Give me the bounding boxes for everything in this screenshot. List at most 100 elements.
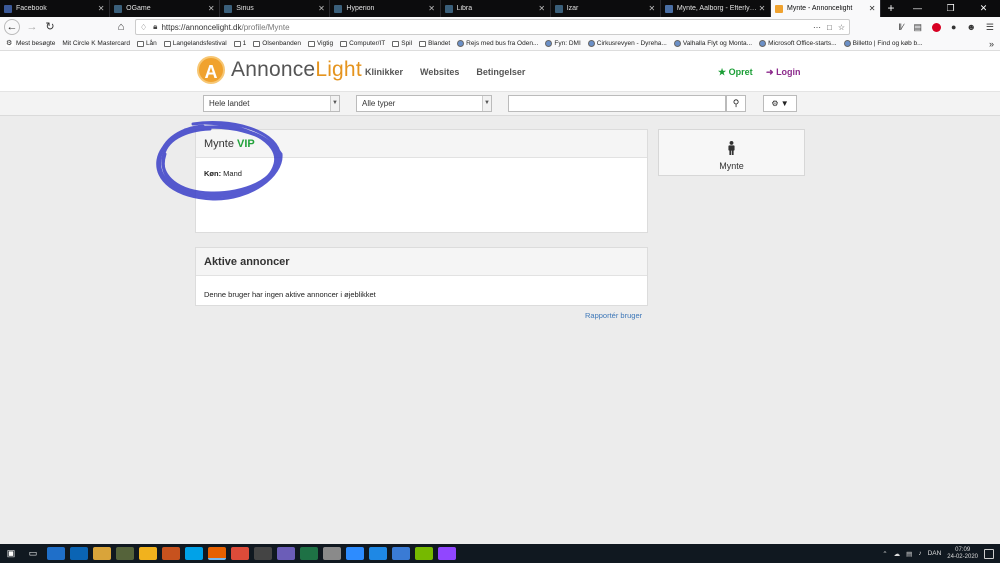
minecraft-icon[interactable]	[115, 547, 134, 560]
nav-betingelser[interactable]: Betingelser	[476, 67, 525, 77]
menu-icon[interactable]: ☰	[986, 22, 994, 33]
bookmark-item[interactable]: Rejs med bus fra Oden...	[457, 40, 538, 47]
volume-icon[interactable]: ♪	[918, 550, 921, 557]
forward-button[interactable]: →	[23, 18, 41, 36]
browser-tab[interactable]: Facebook ✕	[0, 0, 111, 17]
page-actions-icon[interactable]: ⋯	[813, 23, 821, 32]
calculator-icon[interactable]	[253, 547, 272, 560]
bookmark-item[interactable]: Lån	[136, 40, 157, 47]
teamviewer-icon[interactable]	[345, 547, 364, 560]
twitch-icon[interactable]	[437, 547, 456, 560]
maximize-button[interactable]: ❐	[934, 0, 967, 17]
bookmark-item[interactable]: Computer/IT	[340, 40, 385, 47]
close-tab-icon[interactable]: ✕	[317, 4, 325, 13]
browser-tab[interactable]: Mynte - Annoncelight ✕	[770, 0, 882, 17]
close-tab-icon[interactable]: ✕	[758, 4, 766, 13]
search-input[interactable]	[508, 95, 726, 112]
powerpoint-icon[interactable]	[161, 547, 180, 560]
windows-start-icon[interactable]: ▣	[0, 548, 22, 559]
firefox-account-icon[interactable]	[932, 22, 941, 32]
sticky-notes-icon[interactable]	[138, 547, 157, 560]
profile-icon[interactable]: ☻	[966, 22, 975, 32]
language-indicator[interactable]: DAN	[928, 550, 942, 557]
lock-icon[interactable]: 🔒︎	[153, 22, 157, 32]
notification-icon[interactable]	[984, 548, 994, 559]
browser-nav-bar: ← → ↻ ⌂ ♢ 🔒︎ https://annoncelight.dk/pro…	[0, 17, 1000, 37]
nav-klinikker[interactable]: Klinikker	[365, 67, 403, 77]
new-tab-button[interactable]: +	[881, 0, 901, 17]
gender-value: Mand	[223, 169, 242, 178]
bookmark-item[interactable]: Microsoft Office-starts...	[759, 40, 837, 47]
bookmark-item[interactable]: Langelandsfestival	[163, 40, 227, 47]
firefox-taskbar-icon[interactable]	[207, 547, 226, 560]
onenote-icon[interactable]	[276, 547, 295, 560]
search-button[interactable]: ⚲	[726, 95, 746, 112]
file-explorer-icon[interactable]	[92, 547, 111, 560]
bookmark-item[interactable]: Billetto | Find og køb b...	[843, 40, 923, 47]
close-tab-icon[interactable]: ✕	[97, 4, 105, 13]
back-button[interactable]: ←	[4, 19, 20, 35]
minimize-button[interactable]: —	[901, 0, 934, 17]
tracking-shield-icon[interactable]: ♢	[140, 23, 147, 32]
browser-tab[interactable]: OGame ✕	[110, 0, 221, 17]
excel-icon[interactable]	[299, 547, 318, 560]
bookmark-item[interactable]: Olsenbanden	[253, 40, 301, 47]
cloud-icon[interactable]: ☁	[894, 550, 901, 558]
search-icon: ⚲	[732, 98, 740, 108]
region-select[interactable]: Hele landet ▼	[203, 95, 340, 112]
bookmark-item[interactable]: ⚙ Mest besøgte	[6, 40, 55, 47]
bookmark-item[interactable]: Blandet	[419, 40, 450, 47]
library-icon[interactable]: ‖∕	[898, 22, 903, 32]
onedrive-icon[interactable]	[391, 547, 410, 560]
login-link[interactable]: ➜ Login	[766, 67, 801, 78]
close-window-button[interactable]: ✕	[967, 0, 1000, 17]
browser-tab[interactable]: Sirius ✕	[220, 0, 331, 17]
type-select[interactable]: Alle typer ▼	[356, 95, 492, 112]
home-button[interactable]: ⌂	[112, 18, 130, 36]
clock[interactable]: 07:09 24-02-2020	[947, 547, 978, 561]
bookmark-item[interactable]: Cirkusrevyen - Dyreha...	[587, 40, 667, 47]
browser-tab[interactable]: Izar ✕	[551, 0, 661, 17]
close-tab-icon[interactable]: ✕	[207, 4, 215, 13]
browser-tab[interactable]: Libra ✕	[441, 0, 551, 17]
bookmark-item[interactable]: 1	[233, 40, 246, 47]
side-card-name: Mynte	[719, 161, 744, 171]
pocket-icon[interactable]: □	[827, 23, 832, 32]
app-icon[interactable]	[322, 547, 341, 560]
extension-icon[interactable]: ●	[951, 22, 956, 32]
network-icon[interactable]: ▤	[906, 550, 912, 558]
browser-tab[interactable]: Mynte, Aalborg - Efterlysning ✕	[661, 0, 771, 17]
report-user-link[interactable]: Rapportér bruger	[585, 311, 642, 320]
opret-label: Opret	[728, 67, 753, 77]
close-tab-icon[interactable]: ✕	[648, 4, 656, 13]
reload-button[interactable]: ↻	[41, 18, 59, 36]
mail-app-icon[interactable]	[46, 547, 65, 560]
skype-icon[interactable]	[184, 547, 203, 560]
sidebar-icon[interactable]: ▤	[913, 22, 922, 33]
chevron-up-icon[interactable]: ⌃	[882, 550, 887, 558]
close-tab-icon[interactable]: ✕	[428, 4, 436, 13]
opret-link[interactable]: ★ Opret	[718, 67, 753, 78]
annoncelight-logo[interactable]: A AnnonceLight	[197, 56, 362, 84]
bookmarks-overflow-icon[interactable]: »	[989, 39, 994, 49]
nvidia-icon[interactable]	[414, 547, 433, 560]
bookmark-item[interactable]: Spil	[392, 40, 412, 47]
chrome-icon[interactable]	[230, 547, 249, 560]
bus-icon	[457, 40, 465, 47]
type-select-value: Alle typer	[362, 99, 396, 108]
bookmark-item[interactable]: Mit Circle K Mastercard	[62, 40, 130, 47]
bookmark-item[interactable]: Fyn: DMI	[545, 40, 581, 47]
task-view-icon[interactable]: ▭	[22, 548, 44, 559]
url-bar[interactable]: ♢ 🔒︎ https://annoncelight.dk/profile/Myn…	[135, 19, 850, 35]
outlook-icon[interactable]	[69, 547, 88, 560]
bookmark-star-icon[interactable]: ☆	[838, 23, 845, 32]
close-tab-icon[interactable]: ✕	[538, 4, 546, 13]
close-tab-icon[interactable]: ✕	[868, 4, 876, 13]
browser-tab-title: Hyperion	[346, 5, 375, 12]
settings-dropdown-button[interactable]: ⚙ ▼	[763, 95, 797, 112]
edge-icon[interactable]	[368, 547, 387, 560]
bookmark-item[interactable]: Vigtig	[307, 40, 333, 47]
bookmark-item[interactable]: Valhalla Flyt og Monta...	[673, 40, 752, 47]
browser-tab[interactable]: Hyperion ✕	[330, 0, 441, 17]
nav-websites[interactable]: Websites	[420, 67, 459, 77]
